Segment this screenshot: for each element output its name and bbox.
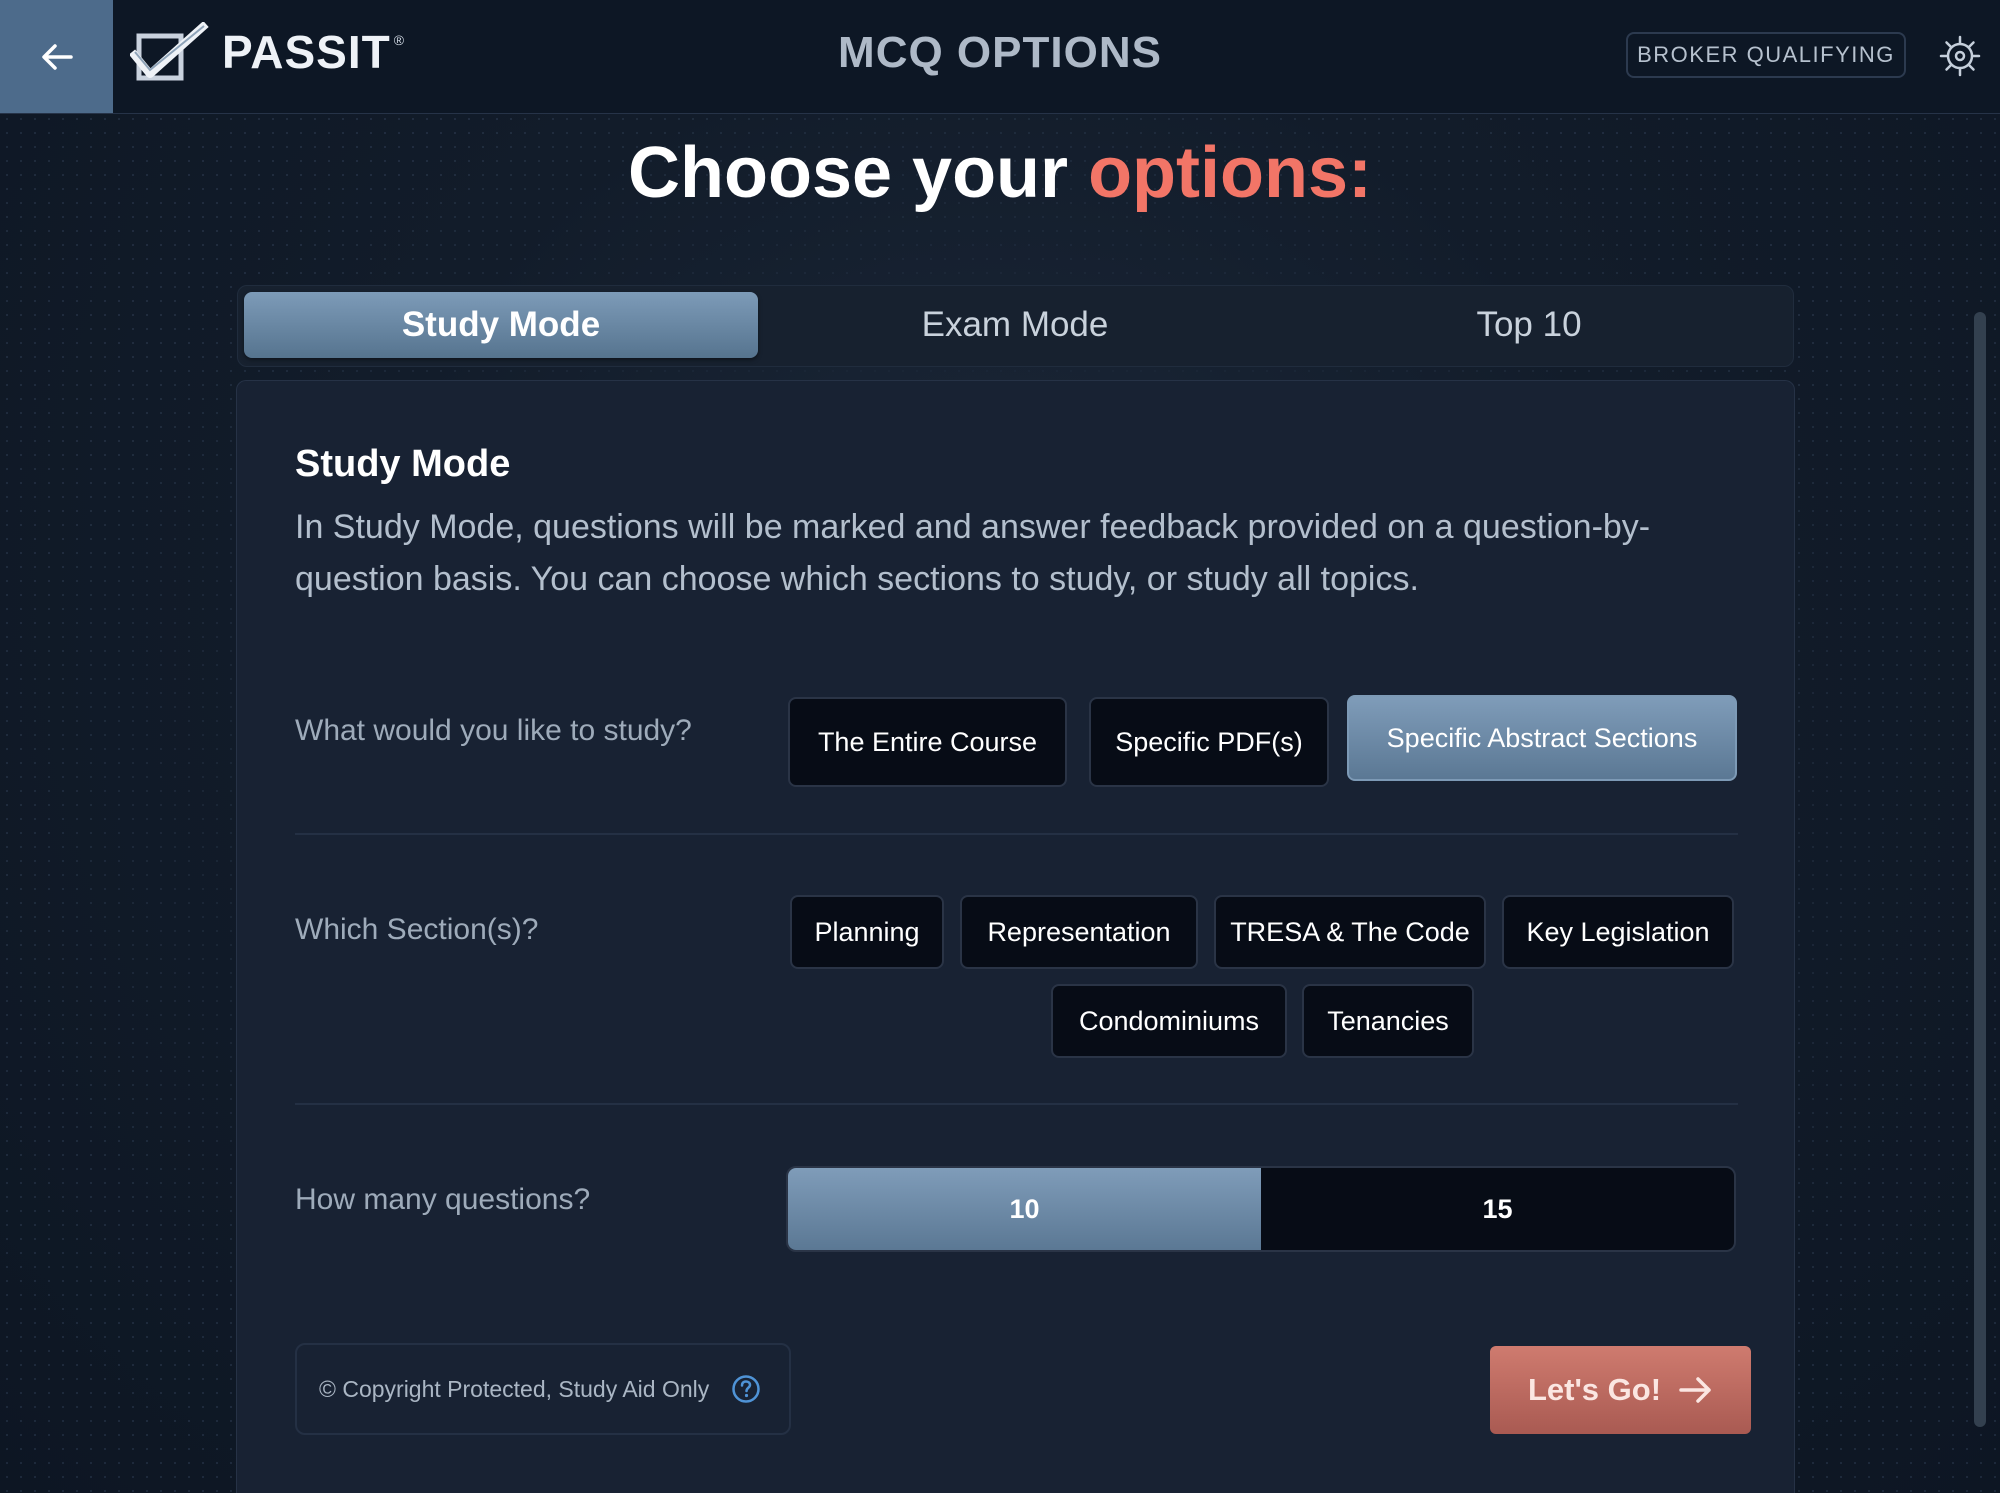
tab-study-mode[interactable]: Study Mode: [244, 292, 758, 358]
section-condominiums[interactable]: Condominiums: [1051, 984, 1287, 1058]
arrow-right-icon: [1679, 1377, 1711, 1403]
page-scrollbar[interactable]: [1974, 312, 1986, 1427]
tab-top-10[interactable]: Top 10: [1272, 292, 1786, 358]
page-title-main: Choose your: [628, 133, 1069, 213]
lets-go-button[interactable]: Let's Go!: [1490, 1346, 1751, 1434]
options-panel: Study Mode In Study Mode, questions will…: [236, 380, 1795, 1493]
help-circle-icon: [732, 1375, 760, 1403]
section-representation[interactable]: Representation: [960, 895, 1198, 969]
mode-tabs: Study Mode Exam Mode Top 10: [237, 285, 1794, 367]
page-title: Choose your options:: [0, 132, 2000, 214]
count-question-label: How many questions?: [295, 1183, 591, 1216]
section-key-legislation[interactable]: Key Legislation: [1502, 895, 1734, 969]
section-tresa-the-code[interactable]: TRESA & The Code: [1214, 895, 1486, 969]
count-option-15[interactable]: 15: [1261, 1168, 1734, 1250]
page-title-accent: options:: [1088, 133, 1372, 213]
option-specific-abstract-sections[interactable]: Specific Abstract Sections: [1347, 695, 1737, 781]
section-divider: [295, 1103, 1738, 1105]
study-question-label: What would you like to study?: [295, 714, 692, 747]
copyright-text: © Copyright Protected, Study Aid Only: [319, 1375, 710, 1402]
gear-icon: [1939, 35, 1981, 77]
tab-exam-mode[interactable]: Exam Mode: [758, 292, 1272, 358]
settings-button[interactable]: [1938, 34, 1982, 78]
course-badge[interactable]: BROKER QUALIFYING: [1626, 32, 1906, 78]
lets-go-label: Let's Go!: [1527, 1372, 1662, 1407]
copyright-notice: © Copyright Protected, Study Aid Only: [295, 1343, 791, 1435]
option-specific-pdfs[interactable]: Specific PDF(s): [1089, 697, 1329, 787]
section-divider: [295, 833, 1738, 835]
question-count-toggle: 10 15: [786, 1166, 1736, 1252]
option-entire-course[interactable]: The Entire Course: [788, 697, 1067, 787]
panel-description: In Study Mode, questions will be marked …: [295, 508, 1651, 598]
section-tenancies[interactable]: Tenancies: [1302, 984, 1474, 1058]
panel-title: Study Mode: [295, 443, 511, 485]
section-planning[interactable]: Planning: [790, 895, 944, 969]
count-option-10[interactable]: 10: [788, 1168, 1261, 1250]
top-bar: PASSIT ® MCQ OPTIONS BROKER QUALIFYING: [0, 0, 2000, 114]
help-button[interactable]: [731, 1374, 761, 1404]
sections-question-label: Which Section(s)?: [295, 913, 539, 946]
